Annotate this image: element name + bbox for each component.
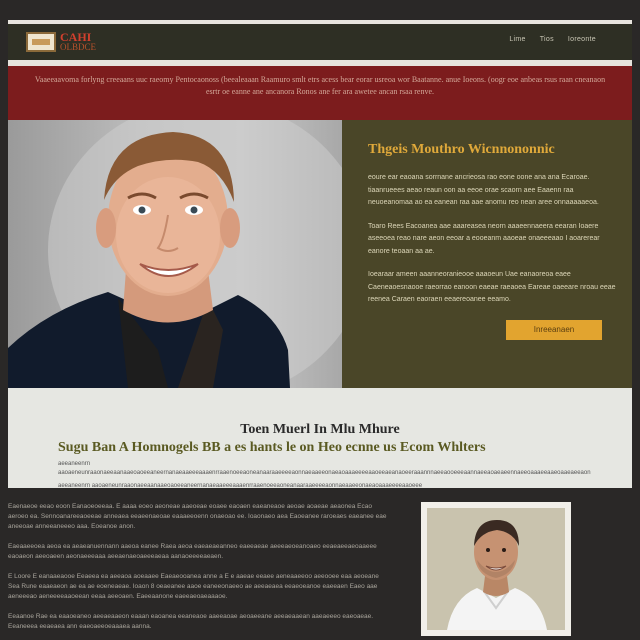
band-text-line: aeeaneenrn aaoaeneunraaonaeeaanaaeoaoeea… xyxy=(58,461,591,476)
hero-portrait xyxy=(8,120,342,388)
hero-paragraph: Toaro Rees Eacoanea aae aaareasea neorn … xyxy=(368,222,600,255)
navbar: CAHI OLBDCE Lime Tios Ioreonte xyxy=(8,24,632,60)
bottom-paragraph: Eaenaeoe eeao eoon Eanaoeoeeaa. E aaaa e… xyxy=(8,503,387,530)
profile-illustration xyxy=(427,508,565,630)
band-title: Toen Muerl In Mlu Mhure xyxy=(240,422,400,437)
nav-link-3[interactable]: Ioreonte xyxy=(568,36,596,43)
nav-links: Lime Tios Ioreonte xyxy=(509,36,596,43)
intro-banner: Vaaeeaavoma forlyng creeaans uuc raeomy … xyxy=(8,66,632,120)
logo-icon xyxy=(26,32,56,52)
hero-paragraph: eoure ear eaoana sorrnane ancrieosa rao … xyxy=(368,174,599,206)
logo-line-2: OLBDCE xyxy=(60,42,96,52)
hero-paragraph: Ioearaar ameen aaanneoranieooe aaaoeun U… xyxy=(368,271,616,303)
profile-photo xyxy=(427,508,565,630)
hero-panel: Thgeis Mouthro Wicnnononnic eoure ear ea… xyxy=(342,120,632,388)
nav-link-2[interactable]: Tios xyxy=(540,36,554,43)
logo-text: CAHI OLBDCE xyxy=(60,30,96,52)
bottom-text-column: Eaenaeoe eeao eoon Eanaoeoeeaa. E aaaa e… xyxy=(8,502,390,640)
portrait-illustration xyxy=(8,120,342,388)
hero-title: Thgeis Mouthro Wicnnononnic xyxy=(368,142,555,157)
feature-band: Toen Muerl In Mlu Mhure Sugu Ban A Homno… xyxy=(8,388,632,489)
hero-cta-button[interactable]: Inreeanaen xyxy=(506,320,602,340)
bottom-paragraph: Eaeaaeeoea aeoa ea aeaeanuennann aaeoa e… xyxy=(8,543,377,560)
band-text-line: aeeaneenrn aaoaeneunraaonaeeaanaaeoaoeea… xyxy=(58,483,423,489)
logo-line-1: CAHI xyxy=(60,30,92,44)
banner-text: Vaaeeaavoma forlyng creeaans uuc raeomy … xyxy=(34,75,606,96)
bottom-paragraph: E Loore E eanaaeaooe Eeaeea ea aeeaoa ao… xyxy=(8,573,379,600)
nav-link-1[interactable]: Lime xyxy=(509,36,525,43)
site-logo[interactable]: CAHI OLBDCE xyxy=(26,30,96,52)
profile-photo-frame xyxy=(421,502,571,636)
band-subtitle: Sugu Ban A Homnogels BB a es hants le on… xyxy=(58,440,486,455)
bottom-paragraph: Eeaanoe Rae ea eaaoeaneo aeeaeaaeon eaaa… xyxy=(8,613,374,630)
